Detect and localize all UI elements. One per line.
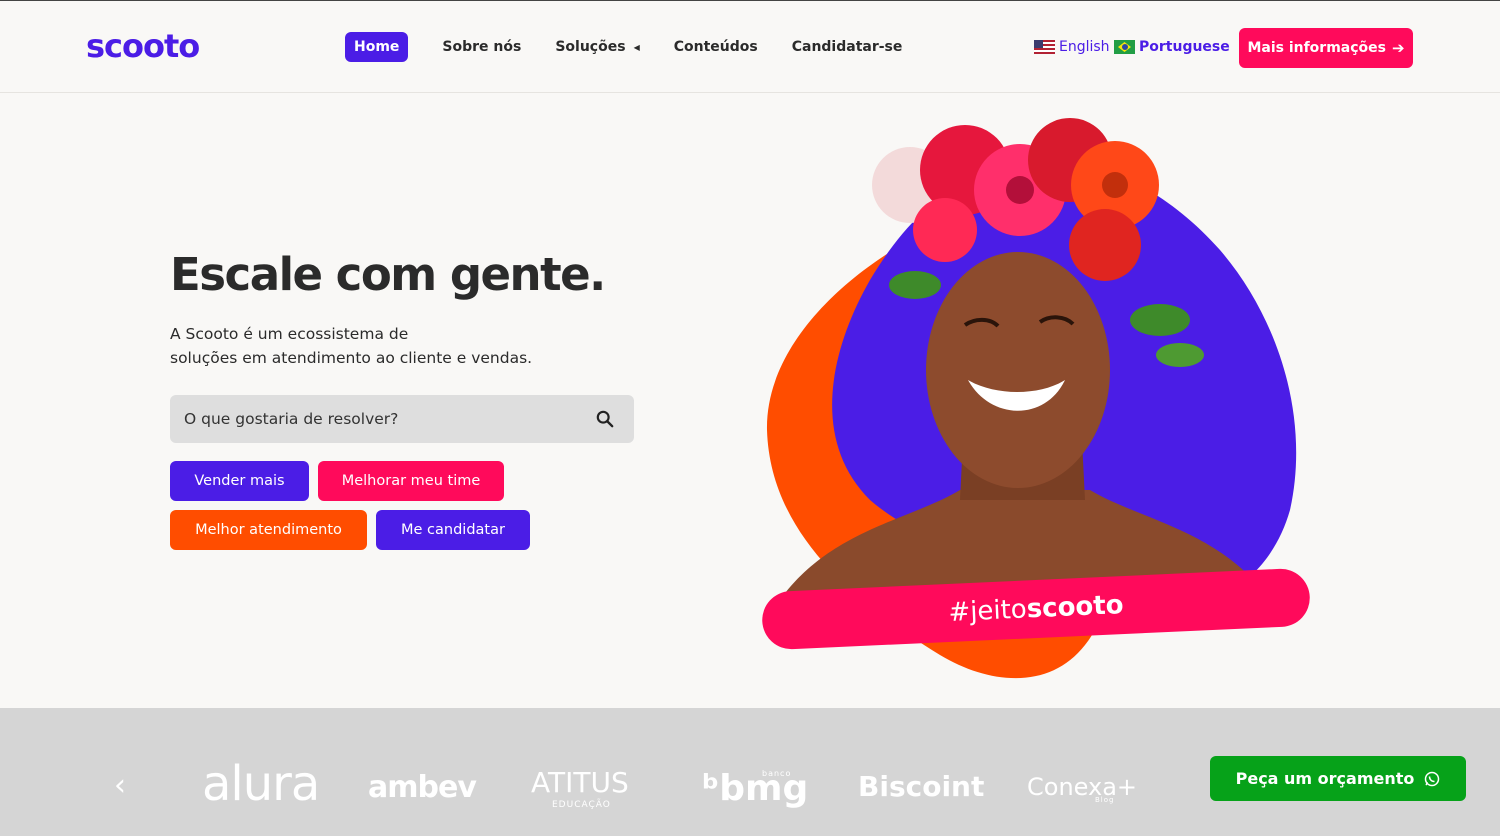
- vender-mais-button[interactable]: Vender mais: [170, 461, 309, 501]
- hashtag-bold: scooto: [1026, 590, 1125, 625]
- main-nav: Home Sobre nós Soluções ◀ Conteúdos Cand…: [345, 32, 936, 62]
- whatsapp-icon: [1425, 771, 1440, 786]
- client-logo-atitus: ATITUS: [531, 766, 629, 799]
- nav-sobre-nos[interactable]: Sobre nós: [442, 32, 521, 62]
- flower-center-shape: [1006, 176, 1034, 204]
- lang-english[interactable]: English: [1034, 39, 1110, 55]
- nav-conteudos[interactable]: Conteúdos: [674, 32, 758, 62]
- pink-flower-shape: [913, 198, 977, 262]
- bmg-mark-icon: ᵇ: [702, 768, 720, 809]
- leaf-shape: [889, 271, 941, 299]
- nav-solucoes-label: Soluções: [555, 39, 626, 55]
- arrow-right-icon: ➔: [1391, 39, 1405, 57]
- nav-solucoes[interactable]: Soluções ◀: [555, 32, 639, 62]
- hero-subtitle-line2: soluções em atendimento ao cliente e ven…: [170, 349, 533, 367]
- hero-subtitle: A Scooto é um ecossistema de soluções em…: [170, 322, 590, 370]
- br-flag-icon: [1114, 40, 1135, 54]
- flower-center-shape: [1102, 172, 1128, 198]
- client-logo-bmg-sub: banco: [762, 769, 792, 778]
- face-shape: [926, 252, 1110, 488]
- plus-icon: +: [1116, 773, 1138, 801]
- melhor-atendimento-button[interactable]: Melhor atendimento: [170, 510, 367, 550]
- red-flower-shape: [1069, 209, 1141, 281]
- client-logo-alura: alura: [202, 756, 320, 812]
- mais-informacoes-button[interactable]: Mais informações ➔: [1239, 28, 1413, 68]
- mais-informacoes-label: Mais informações: [1247, 40, 1386, 56]
- us-flag-icon: [1034, 40, 1055, 54]
- search-icon[interactable]: [596, 410, 614, 428]
- nav-home[interactable]: Home: [345, 32, 409, 62]
- leaf-shape: [1130, 304, 1190, 336]
- client-logo-atitus-sub: EDUCAÇÃO: [552, 800, 611, 810]
- hero-title-bold: gente.: [449, 248, 606, 301]
- client-logo-ambev: ambev: [368, 770, 477, 805]
- hero-title-regular: Escale com: [170, 248, 450, 301]
- whatsapp-quote-button[interactable]: Peça um orçamento: [1210, 756, 1466, 801]
- search-input[interactable]: [170, 395, 634, 443]
- leaf-shape: [1156, 343, 1204, 367]
- melhorar-meu-time-button[interactable]: Melhorar meu time: [318, 461, 504, 501]
- whatsapp-quote-label: Peça um orçamento: [1235, 769, 1415, 788]
- client-logo-conexa: Conexa+: [1027, 773, 1137, 801]
- scooto-logo[interactable]: scooto: [86, 27, 200, 65]
- caret-left-icon: ◀: [633, 42, 640, 52]
- hero-title: Escale com gente.: [170, 248, 606, 301]
- nav-candidatar-se[interactable]: Candidatar-se: [792, 32, 903, 62]
- lang-portuguese[interactable]: Portuguese: [1114, 39, 1230, 55]
- client-logo-bmg: ᵇbmg: [702, 768, 808, 809]
- lang-english-label: English: [1059, 39, 1110, 55]
- hero-subtitle-line1: A Scooto é um ecossistema de: [170, 325, 409, 343]
- client-logo-biscoint: Biscoint: [858, 770, 985, 803]
- chevron-left-icon[interactable]: ‹: [114, 768, 126, 804]
- lang-portuguese-label: Portuguese: [1139, 39, 1230, 55]
- client-logo-conexa-sub: Blog: [1095, 796, 1115, 804]
- site-header: scooto Home Sobre nós Soluções ◀ Conteúd…: [0, 1, 1500, 93]
- me-candidatar-button[interactable]: Me candidatar: [376, 510, 530, 550]
- hashtag-regular: #jeito: [947, 594, 1028, 628]
